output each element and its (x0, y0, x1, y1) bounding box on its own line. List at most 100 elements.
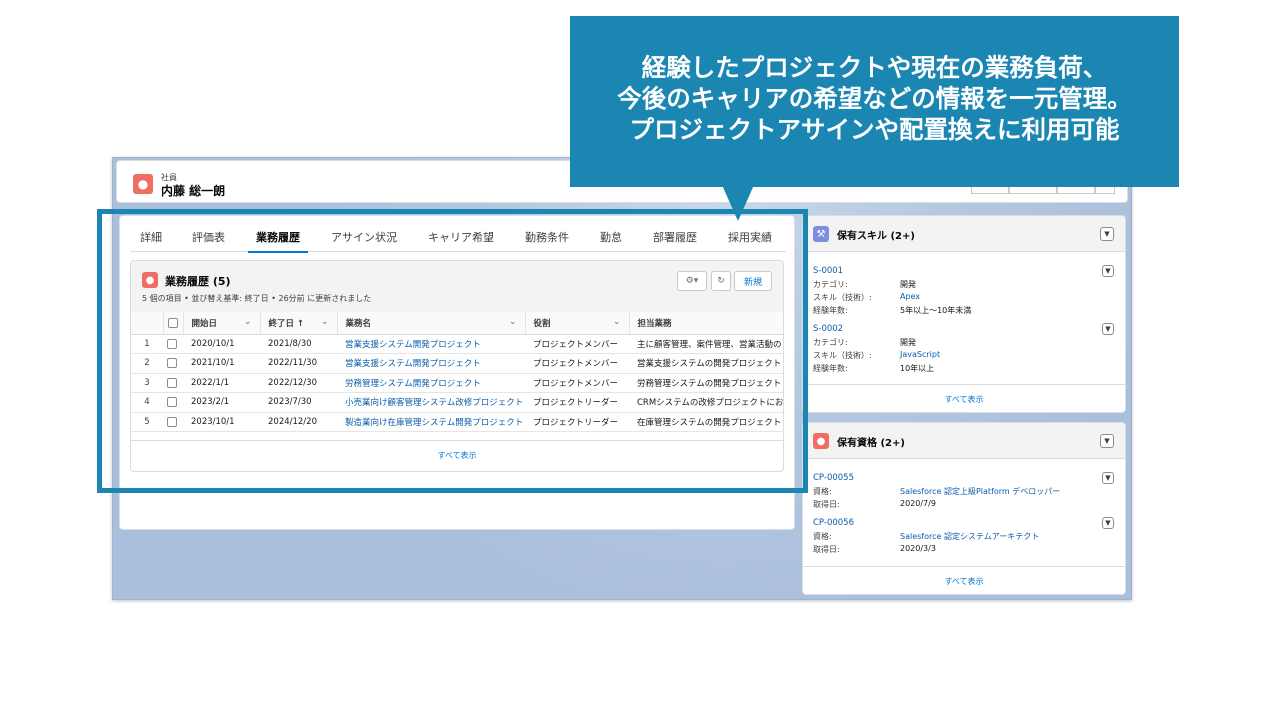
related-list-meta: 5 個の項目 • 並び替え基準: 終了日 • 26分前 に更新されました (142, 294, 372, 303)
row-checkbox[interactable] (167, 358, 177, 368)
certifications-card-header: ● 保有資格 (2+) ▼ (803, 423, 1125, 459)
column-header-task-name[interactable]: 業務名 ⌄ (337, 312, 526, 335)
chevron-down-icon[interactable]: ⌄ (509, 317, 517, 327)
field-label: 取得日: (813, 500, 840, 509)
chevron-down-icon[interactable]: ▼ (1102, 265, 1114, 277)
gear-icon: ⚙▾ (685, 276, 699, 286)
row-checkbox[interactable] (167, 377, 177, 388)
tab-career[interactable]: キャリア希望 (428, 228, 494, 252)
cell-role: プロジェクトメンバー (525, 334, 629, 354)
table-row: 5 2023/10/1 2024/12/20 製造業向け在庫管理システム開発プロ… (131, 412, 783, 432)
cell-end-date: 2024/12/20 (260, 412, 337, 432)
cell-start-date: 2022/1/1 (183, 373, 260, 393)
cell-task-name-link[interactable]: 労務管理システム開発プロジェクト (337, 373, 525, 393)
certifications-card: ● 保有資格 (2+) ▼ CP-00055 ▼ 資格: Salesforce … (802, 422, 1126, 595)
work-history-related-list: ● 業務履歴 (5) 5 個の項目 • 並び替え基準: 終了日 • 26分前 に… (130, 260, 784, 472)
field-label: 資格: (813, 532, 832, 541)
cell-duty: CRMシステムの改修プロジェクトにお (629, 392, 783, 413)
settings-button[interactable]: ⚙▾ (677, 271, 707, 291)
table-row: 4 2023/2/1 2023/7/30 小売業向け顧客管理システム改修プロジェ… (131, 392, 783, 413)
cell-task-name-link[interactable]: 営業支援システム開発プロジェクト (337, 334, 525, 354)
cell-end-date: 2021/8/30 (260, 334, 337, 354)
field-value-link[interactable]: Salesforce 認定上級Platform デベロッパー (900, 486, 1060, 497)
cell-end-date: 2022/12/30 (260, 373, 337, 393)
cell-start-date: 2021/10/1 (183, 353, 260, 374)
skill-record-link[interactable]: S-0002 (813, 324, 843, 334)
callout-line: 今後のキャリアの希望などの情報を一元管理。 (617, 84, 1132, 113)
record-name: 内藤 総一朗 (161, 184, 226, 198)
chevron-down-icon[interactable]: ⌄ (244, 317, 252, 327)
field-label: カテゴリ: (813, 280, 848, 289)
callout-line: プロジェクトアサインや配置換えに利用可能 (629, 115, 1120, 144)
tab-attendance[interactable]: 勤怠 (600, 228, 622, 252)
field-label: カテゴリ: (813, 338, 848, 347)
tabs-card: 詳細 評価表 業務履歴 アサイン状況 キャリア希望 勤務条件 勤怠 部署履歴 採… (119, 215, 795, 530)
view-all-link[interactable]: すべて表示 (131, 450, 783, 461)
new-button[interactable]: 新規 (734, 271, 772, 291)
chevron-down-icon[interactable]: ▼ (1100, 434, 1114, 448)
tab-work-history[interactable]: 業務履歴 (248, 228, 308, 253)
person-icon: ● (133, 174, 153, 194)
cell-duty: 営業支援システムの開発プロジェクト (629, 353, 783, 374)
cell-role: プロジェクトリーダー (525, 412, 629, 432)
field-value-link[interactable]: Apex (900, 292, 920, 301)
cell-duty: 在庫管理システムの開発プロジェクト (629, 412, 783, 432)
chevron-down-icon[interactable]: ⌄ (613, 317, 621, 327)
skills-card-title: 保有スキル (2+) (837, 231, 915, 242)
person-icon: ● (813, 433, 829, 449)
tab-evaluation[interactable]: 評価表 (192, 228, 225, 252)
cell-start-date: 2020/10/1 (183, 334, 260, 354)
tab-department-history[interactable]: 部署履歴 (653, 228, 697, 252)
cell-start-date: 2023/2/1 (183, 392, 260, 413)
view-all-link[interactable]: すべて表示 (803, 576, 1125, 587)
row-checkbox[interactable] (167, 338, 177, 349)
row-checkbox[interactable] (167, 416, 177, 427)
tab-assignment[interactable]: アサイン状況 (331, 228, 397, 252)
cell-start-date: 2023/10/1 (183, 412, 260, 432)
cert-record-link[interactable]: CP-00055 (813, 473, 854, 483)
row-checkbox[interactable] (167, 397, 177, 407)
select-all-checkbox[interactable] (167, 317, 178, 328)
cell-task-name-link[interactable]: 製造業向け在庫管理システム開発プロジェクト (337, 412, 525, 432)
cell-task-name-link[interactable]: 営業支援システム開発プロジェクト (337, 353, 525, 374)
chevron-down-icon[interactable]: ▼ (1102, 472, 1114, 484)
wrench-icon: ⚒ (813, 226, 829, 242)
refresh-button[interactable]: ↻ (711, 271, 731, 291)
chevron-down-icon[interactable]: ⌄ (321, 317, 329, 327)
row-checkbox-cell (163, 353, 183, 374)
field-value: 開発 (900, 338, 916, 347)
row-number: 4 (131, 392, 163, 413)
app-window: ● 社員 内藤 総一朗 詳細 評価表 業務履歴 アサイン状況 キャリア希望 勤務… (112, 157, 1132, 600)
row-number: 2 (131, 353, 163, 374)
field-value: 2020/7/9 (900, 499, 936, 508)
row-number-header (131, 312, 164, 335)
column-header-duty[interactable]: 担当業務 (629, 312, 783, 335)
skills-card: ⚒ 保有スキル (2+) ▼ S-0001 ▼ カテゴリ: 開発 スキル（技術）… (802, 215, 1126, 413)
column-header-end-date[interactable]: 終了日 ↑ ⌄ (260, 312, 338, 335)
chevron-down-icon[interactable]: ▼ (1100, 227, 1114, 241)
cell-duty: 主に顧客管理、案件管理、営業活動の (629, 334, 783, 354)
skills-card-header: ⚒ 保有スキル (2+) ▼ (803, 216, 1125, 252)
callout-line: 経験したプロジェクトや現在の業務負荷、 (641, 53, 1108, 82)
column-header-role[interactable]: 役割 ⌄ (525, 312, 630, 335)
view-all-link[interactable]: すべて表示 (803, 394, 1125, 405)
tab-hiring[interactable]: 採用実績 (728, 228, 772, 252)
tab-details[interactable]: 詳細 (140, 228, 162, 252)
cell-role: プロジェクトリーダー (525, 392, 629, 413)
chevron-down-icon[interactable]: ▼ (1102, 517, 1114, 529)
certifications-card-footer: すべて表示 (803, 566, 1125, 594)
cert-record-link[interactable]: CP-00056 (813, 518, 854, 528)
tab-bar: 詳細 評価表 業務履歴 アサイン状況 キャリア希望 勤務条件 勤怠 部署履歴 採… (130, 228, 786, 253)
row-number: 1 (131, 334, 163, 354)
tab-work-conditions[interactable]: 勤務条件 (525, 228, 569, 252)
cell-task-name-link[interactable]: 小売業向け顧客管理システム改修プロジェクト (337, 392, 525, 413)
skills-card-footer: すべて表示 (803, 384, 1125, 412)
chevron-down-icon[interactable]: ▼ (1102, 323, 1114, 335)
column-header-start-date[interactable]: 開始日 ⌄ (183, 312, 261, 335)
field-value-link[interactable]: Salesforce 認定システムアーキテクト (900, 531, 1039, 542)
field-value-link[interactable]: JavaScript (900, 350, 940, 359)
skill-record-link[interactable]: S-0001 (813, 266, 843, 276)
row-checkbox-cell (163, 373, 183, 393)
field-label: スキル（技術）: (813, 351, 872, 360)
cell-end-date: 2022/11/30 (260, 353, 337, 374)
